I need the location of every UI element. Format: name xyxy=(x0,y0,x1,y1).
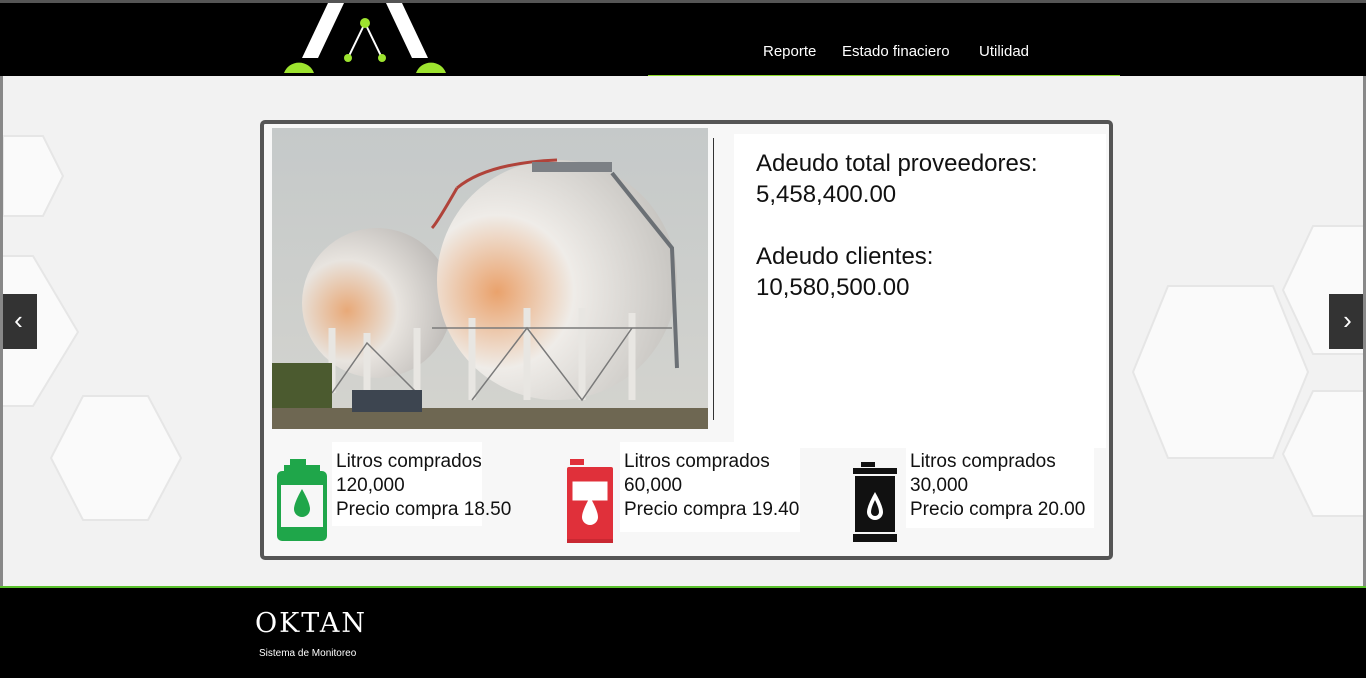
fuel-liters: 30,000 xyxy=(910,475,969,496)
nav-item-reporte[interactable]: Reporte xyxy=(763,43,816,60)
fuel-liters: 60,000 xyxy=(624,475,683,496)
nav-item-utilidad[interactable]: Utilidad xyxy=(979,43,1029,60)
fuel-item-black: Litros comprados 30,000 Precio compra 20… xyxy=(849,442,1109,552)
carousel-next-button[interactable]: › xyxy=(1329,294,1363,349)
fuel-text-red: Litros comprados 60,000 Precio compra 19… xyxy=(620,442,800,532)
nav-item-estado-financiero[interactable]: Estado finaciero xyxy=(842,43,950,60)
fuel-label: Litros comprados xyxy=(336,451,482,472)
supplier-debt-value: 5,458,400.00 xyxy=(756,181,897,208)
footer-brand: OKTAN xyxy=(255,608,367,639)
client-debt-label: Adeudo clientes: xyxy=(756,243,934,270)
photo-divider xyxy=(713,138,714,420)
fuel-label: Litros comprados xyxy=(624,451,770,472)
fuel-item-green: Litros comprados 120,000 Precio compra 1… xyxy=(276,442,526,552)
footer-logo[interactable]: OKTAN Sistema de Monitoreo xyxy=(255,608,365,668)
carousel-prev-button[interactable]: ‹ xyxy=(3,294,37,349)
gas-storage-photo xyxy=(272,128,708,429)
debt-summary-box: Adeudo total proveedores: 5,458,400.00 A… xyxy=(734,134,1106,448)
black-barrel-icon xyxy=(853,462,897,542)
supplier-debt-label: Adeudo total proveedores: xyxy=(756,150,1038,177)
fuel-liters: 120,000 xyxy=(336,475,405,496)
fuel-price: Precio compra 20.00 xyxy=(910,499,1086,520)
main-nav: Reporte Estado finaciero Utilidad xyxy=(648,3,1120,79)
fuel-text-black: Litros comprados 30,000 Precio compra 20… xyxy=(906,442,1094,528)
client-debt-value: 10,580,500.00 xyxy=(756,274,910,301)
green-jerrycan-icon xyxy=(277,459,327,541)
main-content: ‹ › Adeudo total proveedores: 5,458,400.… xyxy=(0,76,1366,586)
footer: OKTAN Sistema de Monitoreo xyxy=(0,586,1366,678)
fuel-text-green: Litros comprados 120,000 Precio compra 1… xyxy=(332,442,512,526)
summary-card: Adeudo total proveedores: 5,458,400.00 A… xyxy=(260,120,1113,560)
fuel-item-red: Litros comprados 60,000 Precio compra 19… xyxy=(564,442,814,552)
red-jerrycan-icon xyxy=(567,459,613,543)
fuel-price: Precio compra 19.40 xyxy=(624,499,800,520)
top-header: Reporte Estado finaciero Utilidad xyxy=(0,0,1366,79)
oktan-logo-icon[interactable] xyxy=(282,3,448,75)
fuel-price: Precio compra 18.50 xyxy=(336,499,512,520)
footer-subtitle: Sistema de Monitoreo xyxy=(259,648,357,659)
fuel-label: Litros comprados xyxy=(910,451,1056,472)
